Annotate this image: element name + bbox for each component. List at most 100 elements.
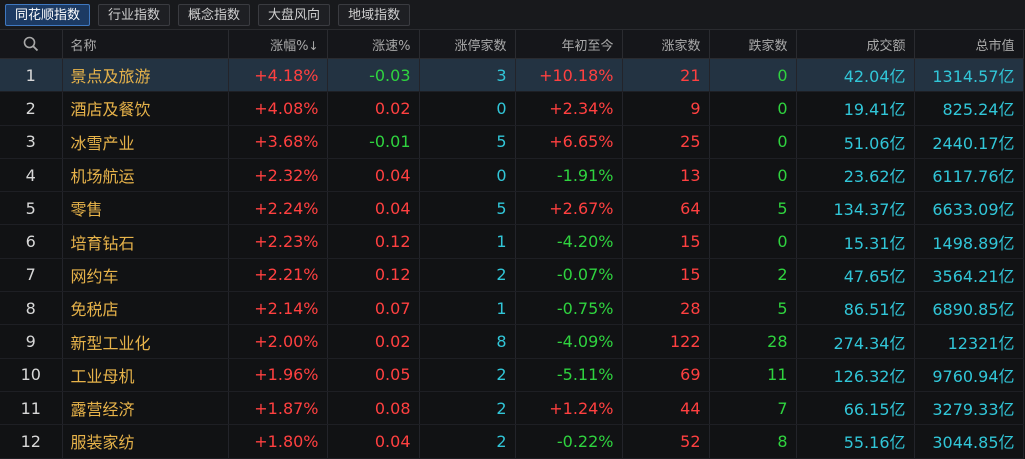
row-limit-up: 2 [419,391,516,426]
row-name: 机场航运 [62,158,229,193]
row-name: 服装家纺 [62,424,229,459]
row-name: 网约车 [62,258,229,293]
row-mktcap: 3279.33亿 [914,391,1024,426]
row-up-count: 25 [622,125,710,159]
row-index: 6 [0,224,63,259]
row-volume: 51.06亿 [796,125,915,159]
row-speed: 0.08 [327,391,420,426]
row-speed: 0.04 [327,158,420,193]
table-row[interactable]: 8 免税店 +2.14% 0.07 1 -0.75% 28 5 86.51亿 6890.85亿 [0,291,1024,326]
col-header-name[interactable]: 名称 [62,30,229,59]
table-header: 名称 涨幅%↓ 涨速% 涨停家数 年初至今 涨家数 跌家数 成交额 总市值 [0,30,1024,59]
row-change: +1.80% [228,424,328,459]
col-header-speed[interactable]: 涨速% [327,30,420,59]
row-change: +4.18% [228,58,328,93]
row-ytd: +10.18% [515,58,623,93]
row-mktcap: 12321亿 [914,324,1024,359]
row-down-count: 0 [709,224,797,259]
table-row[interactable]: 3 冰雪产业 +3.68% -0.01 5 +6.65% 25 0 51.06亿 2440.17亿 [0,125,1024,159]
row-name: 酒店及餐饮 [62,91,229,126]
row-limit-up: 0 [419,91,516,126]
row-up-count: 52 [622,424,710,459]
row-down-count: 2 [709,258,797,293]
table-row[interactable]: 6 培育钻石 +2.23% 0.12 1 -4.20% 15 0 15.31亿 1498.89亿 [0,224,1024,259]
row-change: +1.96% [228,358,328,392]
row-down-count: 5 [709,191,797,226]
tab-market-trend[interactable]: 大盘风向 [258,3,331,26]
tab-concept-index[interactable]: 概念指数 [178,3,251,26]
table-row[interactable]: 7 网约车 +2.21% 0.12 2 -0.07% 15 2 47.65亿 3564.21亿 [0,258,1024,293]
row-speed: -0.03 [327,58,420,93]
row-ytd: +6.65% [515,125,623,159]
row-ytd: -4.20% [515,224,623,259]
row-change: +2.00% [228,324,328,359]
row-index: 3 [0,125,63,159]
row-mktcap: 1314.57亿 [914,58,1024,93]
table-row[interactable]: 9 新型工业化 +2.00% 0.02 8 -4.09% 122 28 274.34亿 12321… [0,324,1024,359]
col-header-change[interactable]: 涨幅%↓ [228,30,328,59]
tab-industry-index[interactable]: 行业指数 [98,3,171,26]
row-volume: 66.15亿 [796,391,915,426]
row-name: 零售 [62,191,229,226]
row-limit-up: 1 [419,291,516,326]
row-volume: 126.32亿 [796,358,915,392]
row-down-count: 0 [709,158,797,193]
row-ytd: -1.91% [515,158,623,193]
row-up-count: 69 [622,358,710,392]
search-icon [23,36,39,52]
table-row[interactable]: 4 机场航运 +2.32% 0.04 0 -1.91% 13 0 23.62亿 6117.76亿 [0,158,1024,193]
table-row[interactable]: 5 零售 +2.24% 0.04 5 +2.67% 64 5 134.37亿 6633.09亿 [0,191,1024,226]
table-row[interactable]: 1 景点及旅游 +4.18% -0.03 3 +10.18% 21 0 42.04亿 1314.5… [0,58,1024,93]
row-mktcap: 6633.09亿 [914,191,1024,226]
row-limit-up: 2 [419,258,516,293]
row-speed: 0.05 [327,358,420,392]
row-name: 培育钻石 [62,224,229,259]
row-index: 9 [0,324,63,359]
row-volume: 134.37亿 [796,191,915,226]
row-up-count: 64 [622,191,710,226]
row-speed: 0.12 [327,258,420,293]
col-header-ytd[interactable]: 年初至今 [515,30,623,59]
row-down-count: 5 [709,291,797,326]
search-button[interactable] [0,30,63,59]
row-down-count: 8 [709,424,797,459]
row-index: 2 [0,91,63,126]
row-down-count: 7 [709,391,797,426]
row-up-count: 21 [622,58,710,93]
index-table: 名称 涨幅%↓ 涨速% 涨停家数 年初至今 涨家数 跌家数 成交额 总市值 1景… [0,30,1024,459]
row-name: 露营经济 [62,391,229,426]
tab-ths-index[interactable]: 同花顺指数 [5,3,91,26]
row-down-count: 0 [709,91,797,126]
row-down-count: 0 [709,58,797,93]
tab-region-index[interactable]: 地域指数 [338,3,411,26]
row-name: 冰雪产业 [62,125,229,159]
table-row[interactable]: 12 服装家纺 +1.80% 0.04 2 -0.22% 52 8 55.16亿 3044.85亿 [0,424,1024,459]
row-ytd: -0.75% [515,291,623,326]
row-ytd: +1.24% [515,391,623,426]
row-mktcap: 9760.94亿 [914,358,1024,392]
col-header-mktcap[interactable]: 总市值 [914,30,1024,59]
col-header-up[interactable]: 涨家数 [622,30,710,59]
row-up-count: 13 [622,158,710,193]
row-mktcap: 3044.85亿 [914,424,1024,459]
col-header-limit-up[interactable]: 涨停家数 [419,30,516,59]
row-index: 8 [0,291,63,326]
row-mktcap: 2440.17亿 [914,125,1024,159]
row-change: +4.08% [228,91,328,126]
row-speed: 0.07 [327,291,420,326]
row-limit-up: 1 [419,224,516,259]
col-header-volume[interactable]: 成交额 [796,30,915,59]
row-change: +2.32% [228,158,328,193]
row-volume: 47.65亿 [796,258,915,293]
row-speed: 0.12 [327,224,420,259]
row-up-count: 44 [622,391,710,426]
row-change: +2.14% [228,291,328,326]
col-header-down[interactable]: 跌家数 [709,30,797,59]
row-limit-up: 2 [419,424,516,459]
row-change: +2.21% [228,258,328,293]
row-ytd: +2.67% [515,191,623,226]
table-row[interactable]: 10 工业母机 +1.96% 0.05 2 -5.11% 69 11 126.32亿 9760.9… [0,358,1024,392]
row-index: 4 [0,158,63,193]
table-row[interactable]: 11 露营经济 +1.87% 0.08 2 +1.24% 44 7 66.15亿 3279.33亿 [0,391,1024,426]
table-row[interactable]: 2 酒店及餐饮 +4.08% 0.02 0 +2.34% 9 0 19.41亿 825.24亿 [0,91,1024,126]
